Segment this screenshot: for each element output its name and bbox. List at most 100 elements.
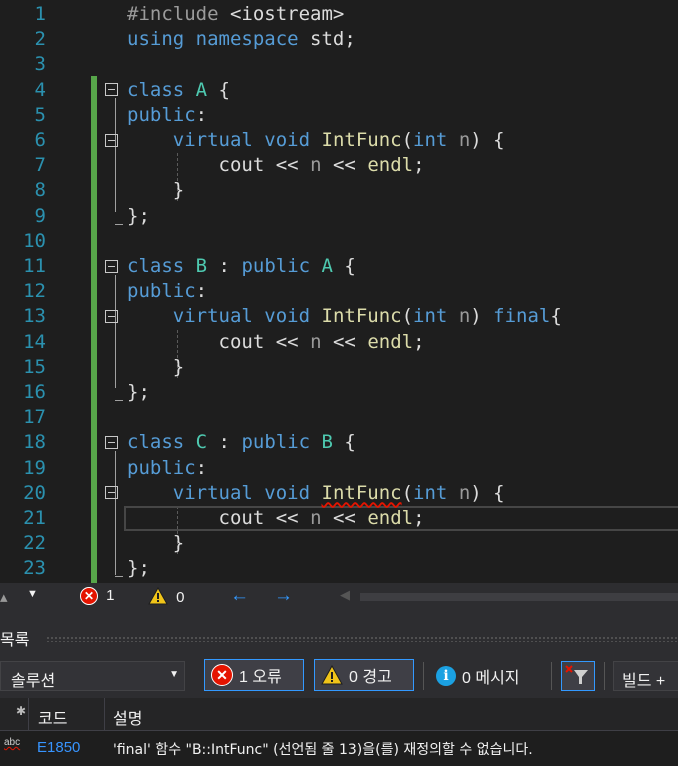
code-line[interactable]: virtual void IntFunc(int n) { <box>127 128 505 153</box>
build-source-select[interactable]: 빌드 + <box>613 661 678 691</box>
error-code-link[interactable]: E1850 <box>37 739 80 756</box>
code-line[interactable]: cout << n << endl; <box>127 506 425 531</box>
code-token: << <box>332 154 356 177</box>
code-line[interactable]: #include <iostream> <box>127 2 344 27</box>
warnings-filter-button[interactable]: 0 경고 <box>314 659 414 691</box>
column-description[interactable]: 설명 <box>113 705 142 729</box>
line-number: 1 <box>34 3 46 25</box>
change-tracking-bar <box>91 76 97 583</box>
code-line[interactable]: } <box>127 355 184 380</box>
code-line[interactable]: public: <box>127 279 207 304</box>
errors-filter-button[interactable]: ✕ 1 오류 <box>204 659 304 691</box>
code-line[interactable]: public: <box>127 456 207 481</box>
outline-line <box>115 275 116 388</box>
code-token: class <box>127 78 185 101</box>
line-number: 6 <box>34 129 46 151</box>
code-line[interactable]: } <box>127 531 184 556</box>
code-line[interactable]: virtual void IntFunc(int n) final{ <box>127 304 562 329</box>
messages-filter-label: 0 메시지 <box>462 670 520 687</box>
code-token: n <box>310 330 322 353</box>
info-icon: i <box>436 666 456 686</box>
code-token: virtual <box>172 305 253 328</box>
code-line[interactable]: } <box>127 178 184 203</box>
code-token: <iostream> <box>229 3 345 25</box>
code-token: ) { <box>470 481 505 504</box>
code-token: IntFunc <box>321 129 402 151</box>
code-token: C <box>195 431 208 454</box>
column-code[interactable]: 코드 <box>38 705 67 729</box>
code-line[interactable]: }; <box>127 204 150 229</box>
horizontal-scrollbar[interactable] <box>360 593 678 601</box>
code-token: public <box>127 456 196 479</box>
code-line[interactable]: public: <box>127 103 207 128</box>
scope-select[interactable]: 솔루션 ▼ <box>0 661 185 691</box>
code-line[interactable]: class A { <box>127 78 230 103</box>
line-number: 18 <box>23 431 46 454</box>
code-token: int <box>413 481 448 504</box>
code-token: : <box>195 103 208 126</box>
scroll-left-icon[interactable]: ◀ <box>340 587 350 603</box>
line-number: 16 <box>23 381 46 403</box>
line-number: 23 <box>23 557 46 580</box>
error-description: 'final' 함수 "B::IntFunc" (선언됨 줄 13)을(를) 재… <box>113 742 533 758</box>
collapse-function-icon[interactable] <box>105 310 118 323</box>
panel-drag-grip[interactable] <box>46 636 678 642</box>
navigate-back-icon[interactable]: ← <box>230 585 249 607</box>
code-token: } <box>127 179 185 202</box>
code-token: class <box>127 255 185 277</box>
sort-indicator-icon[interactable]: ✱ <box>16 704 26 718</box>
code-token: void <box>264 129 311 151</box>
collapse-class-b-icon[interactable] <box>105 260 118 273</box>
code-token: int <box>413 129 448 151</box>
collapse-function-icon[interactable] <box>105 134 118 147</box>
code-token: ( <box>401 305 414 328</box>
code-line[interactable]: cout << n << endl; <box>127 330 425 355</box>
code-line[interactable]: cout << n << endl; <box>127 153 425 178</box>
line-number: 21 <box>23 507 46 529</box>
code-token: ( <box>401 481 414 504</box>
code-line[interactable]: class C : public B { <box>127 430 356 455</box>
warning-count-indicator[interactable]: 0 <box>148 586 185 606</box>
error-list-toolbar: 솔루션 ▼ ✕ 1 오류 0 경고 i 0 메시지 빌드 + <box>0 654 678 698</box>
collapse-function-icon[interactable] <box>105 486 118 499</box>
code-line[interactable]: virtual void IntFunc(int n) { <box>127 481 505 506</box>
code-line[interactable]: class B : public A { <box>127 254 356 279</box>
collapse-class-a-icon[interactable] <box>105 83 118 96</box>
chevron-down-icon: ▼ <box>169 669 179 680</box>
navigate-forward-icon[interactable]: → <box>274 585 293 607</box>
code-editor[interactable]: 1 2 3 4 5 6 7 8 9 10 11 12 13 14 15 16 17 18 19 20 21 22 23 #i… <box>0 0 678 583</box>
scope-dropdown-remnant[interactable]: ▴ <box>0 588 8 606</box>
code-line[interactable]: }; <box>127 380 150 405</box>
collapse-class-c-icon[interactable] <box>105 436 118 449</box>
messages-filter-button[interactable]: i 0 메시지 <box>436 664 520 688</box>
column-divider <box>28 698 29 730</box>
outline-end <box>115 576 123 577</box>
intellisense-error-icon: abc <box>4 737 21 748</box>
error-count-indicator[interactable]: ✕ 1 <box>80 587 115 605</box>
line-number: 8 <box>34 179 46 202</box>
code-token: n <box>310 507 322 529</box>
table-row[interactable]: abc E1850 'final' 함수 "B::IntFunc" (선언됨 줄… <box>0 731 678 766</box>
build-filter-toggle[interactable] <box>561 661 595 691</box>
warning-icon <box>148 586 168 605</box>
code-line[interactable]: }; <box>127 556 150 581</box>
code-token: public <box>241 431 311 454</box>
code-token: B <box>321 431 333 454</box>
code-token: IntFunc <box>321 305 402 328</box>
error-list-column-header: ✱ 코드 설명 <box>0 698 678 731</box>
code-token: { <box>332 255 356 277</box>
code-line[interactable]: using namespace std; <box>127 27 356 52</box>
build-source-value: 빌드 + <box>622 673 666 690</box>
code-token: ( <box>401 129 414 151</box>
code-token: << <box>332 330 356 353</box>
chevron-down-icon[interactable]: ▼ <box>27 588 38 600</box>
line-number: 14 <box>23 330 46 353</box>
